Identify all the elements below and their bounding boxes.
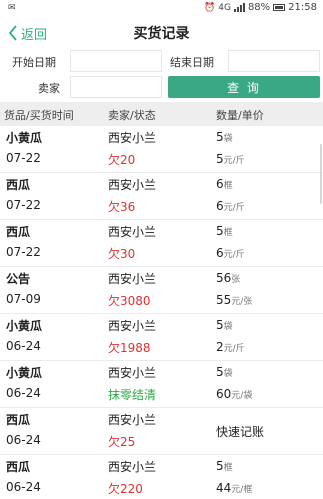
seller-name: 西安小兰	[108, 272, 157, 286]
payment-status: 欠3080	[108, 294, 151, 308]
payment-status: 欠20	[108, 153, 136, 167]
alarm-icon: ⏰	[204, 2, 216, 13]
unit-price: 44元/框	[216, 481, 253, 495]
payment-status: 抹零结清	[108, 388, 157, 402]
quantity: 5袋	[216, 365, 233, 379]
table-row[interactable]: 小黄瓜 07-22 西安小兰 欠20 5袋 5元/斤	[0, 126, 323, 173]
quantity: 5袋	[216, 130, 233, 144]
table-row[interactable]: 小黄瓜 06-24 西安小兰 抹零结清 5袋 60元/袋	[0, 361, 323, 408]
seller-name: 西安小兰	[108, 413, 157, 427]
goods-name: 西瓜	[6, 225, 31, 239]
purchase-date: 07-22	[6, 198, 41, 212]
quantity: 5框	[216, 224, 233, 238]
quantity: 6框	[216, 177, 233, 191]
unit-price: 6元/斤	[216, 246, 245, 260]
seller-input[interactable]	[70, 76, 162, 98]
end-date-input[interactable]	[228, 50, 320, 72]
quantity: 5袋	[216, 318, 233, 332]
purchase-date: 07-09	[6, 292, 41, 306]
quantity: 5框	[216, 459, 233, 473]
record-list: 小黄瓜 07-22 西安小兰 欠20 5袋 5元/斤 西瓜 07-22 西安小兰…	[0, 126, 323, 499]
column-header-goods: 货品/买货时间	[4, 109, 74, 122]
table-row[interactable]: 小黄瓜 06-24 西安小兰 欠1988 5袋 2元/斤	[0, 314, 323, 361]
unit-price: 6元/斤	[216, 199, 245, 213]
goods-name: 小黄瓜	[6, 366, 43, 380]
end-date-label: 结束日期	[170, 56, 214, 69]
start-date-label: 开始日期	[12, 56, 56, 69]
goods-name: 西瓜	[6, 460, 31, 474]
table-row[interactable]: 西瓜 07-22 西安小兰 欠36 6框 6元/斤	[0, 173, 323, 220]
payment-status: 欠30	[108, 247, 136, 261]
table-row[interactable]: 公告 07-09 西安小兰 欠3080 56张 55元/张	[0, 267, 323, 314]
seller-name: 西安小兰	[108, 460, 157, 474]
seller-name: 西安小兰	[108, 319, 157, 333]
table-row[interactable]: 西瓜 06-24 西安小兰 欠25 快速记账	[0, 408, 323, 455]
purchase-date: 06-24	[6, 339, 41, 353]
payment-status: 欠1988	[108, 341, 151, 355]
network-type: 4G	[218, 2, 231, 13]
purchase-date: 06-24	[6, 480, 41, 494]
seller-name: 西安小兰	[108, 225, 157, 239]
goods-name: 小黄瓜	[6, 319, 43, 333]
unit-price: 55元/张	[216, 293, 253, 307]
clock: 21:58	[288, 2, 317, 13]
table-row[interactable]: 西瓜 07-22 西安小兰 欠30 5框 6元/斤	[0, 220, 323, 267]
start-date-input[interactable]	[70, 50, 162, 72]
header: 返回 买货记录	[0, 18, 323, 48]
seller-name: 西安小兰	[108, 178, 157, 192]
column-header-quantity: 数量/单价	[216, 109, 264, 122]
seller-label: 卖家	[38, 82, 60, 95]
battery-percent: 88%	[247, 2, 271, 13]
purchase-date: 07-22	[6, 151, 41, 165]
goods-name: 西瓜	[6, 413, 31, 427]
filter-panel: 开始日期 结束日期 卖家 查 询	[0, 48, 323, 100]
table-header: 货品/买货时间 卖家/状态 数量/单价	[0, 102, 323, 126]
purchase-date: 06-24	[6, 386, 41, 400]
date-filter-row: 开始日期 结束日期	[0, 50, 323, 72]
purchase-date: 07-22	[6, 245, 41, 259]
payment-status: 欠36	[108, 200, 136, 214]
unit-price: 2元/斤	[216, 340, 245, 354]
notification-icon: ✉	[8, 3, 16, 13]
battery-icon	[273, 4, 286, 11]
page-title: 买货记录	[133, 26, 190, 42]
goods-name: 小黄瓜	[6, 131, 43, 145]
goods-name: 西瓜	[6, 178, 31, 192]
status-bar: ✉ ⏰ 4G 88% 21:58	[0, 0, 323, 18]
scrollbar[interactable]	[320, 144, 322, 204]
column-header-seller: 卖家/状态	[108, 109, 156, 122]
query-button[interactable]: 查 询	[168, 76, 320, 98]
purchase-date: 06-24	[6, 433, 41, 447]
status-icons: ⏰ 4G 88% 21:58	[204, 2, 317, 13]
seller-name: 西安小兰	[108, 131, 157, 145]
seller-name: 西安小兰	[108, 366, 157, 380]
payment-status: 欠25	[108, 435, 136, 449]
table-row[interactable]: 西瓜 06-24 西安小兰 欠220 5框 44元/框	[0, 455, 323, 499]
payment-status: 欠220	[108, 482, 143, 496]
seller-filter-row: 卖家 查 询	[0, 76, 323, 98]
goods-name: 公告	[6, 272, 31, 286]
unit-price: 60元/袋	[216, 387, 253, 401]
quick-record-label: 快速记账	[216, 425, 265, 439]
signal-icon	[233, 3, 245, 12]
unit-price: 5元/斤	[216, 152, 245, 166]
quantity: 56张	[216, 271, 241, 285]
